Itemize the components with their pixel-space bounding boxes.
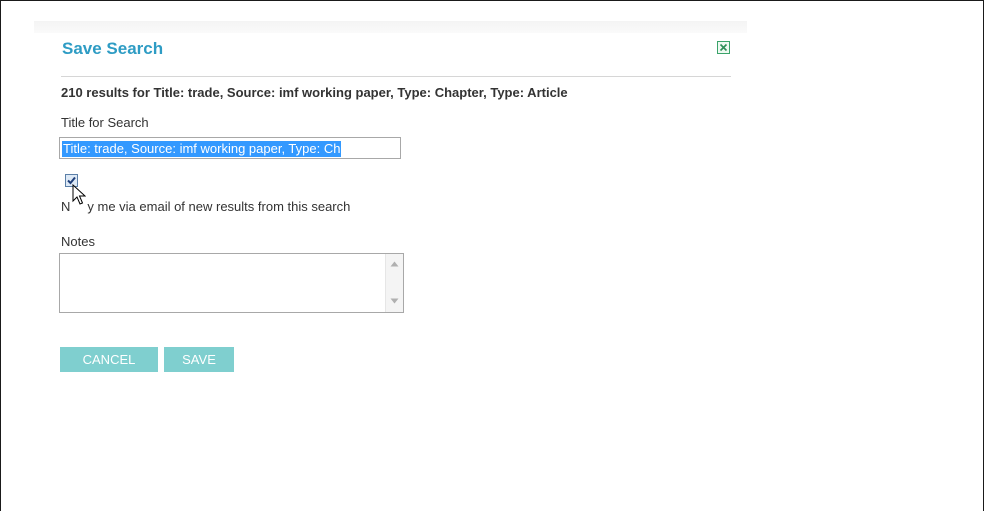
notes-label: Notes [61,234,95,249]
notify-label-suffix: y me via email of new results from this … [87,199,351,214]
dialog-header-bar [34,21,747,33]
notify-label-prefix: N [61,199,71,214]
notify-label[interactable]: Ny me via email of new results from this… [61,199,350,214]
title-for-search-value: Title: trade, Source: imf working paper,… [62,141,342,157]
notes-scrollbar[interactable] [385,254,403,312]
results-summary: 210 results for Title: trade, Source: im… [61,85,568,100]
save-button[interactable]: SAVE [164,347,234,372]
notes-textarea[interactable] [59,253,404,313]
browser-frame: Save Search 210 results for Title: trade… [0,0,984,511]
dialog-title: Save Search [62,39,164,58]
scroll-up-icon[interactable] [390,261,399,267]
title-divider [61,76,731,77]
title-for-search-label: Title for Search [61,115,149,130]
scroll-down-icon[interactable] [390,298,399,304]
close-icon[interactable] [717,41,730,54]
cancel-button[interactable]: CANCEL [60,347,158,372]
title-for-search-input[interactable]: Title: trade, Source: imf working paper,… [59,137,401,159]
mouse-pointer-icon [72,184,86,205]
